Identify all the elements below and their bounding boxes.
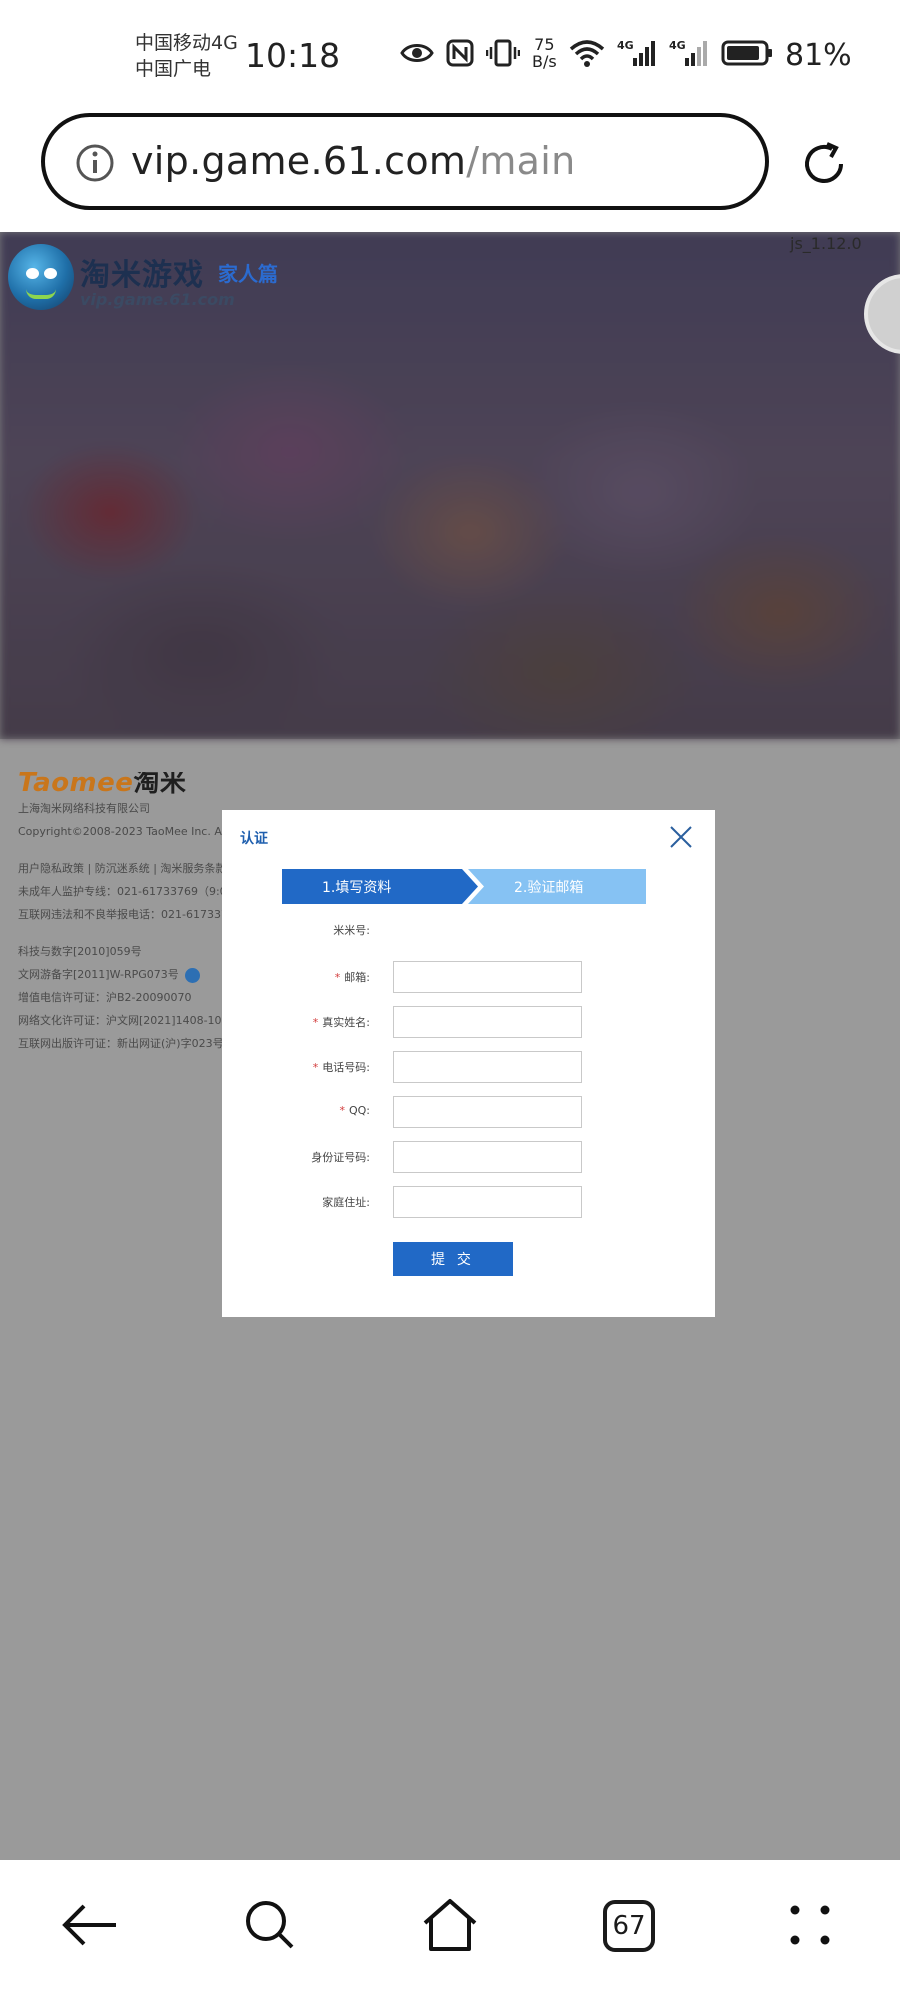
- carrier-line-1: 中国移动4G: [135, 32, 238, 54]
- url-host: vip.game.61.com: [131, 139, 467, 183]
- license-4: 网络文化许可证：沪文网[2021]1408-108号: [18, 1014, 238, 1027]
- logo-tag: 家人篇: [218, 262, 278, 286]
- field-id-number: 身份证号码:: [222, 1141, 715, 1174]
- back-button[interactable]: [45, 1890, 135, 1960]
- license-2: 文网游备字[2011]W-RPG073号: [18, 968, 179, 981]
- wifi-icon: [569, 40, 604, 67]
- web-page: 淘米游戏 家人篇 vip.game.61.com js_1.12.0 Taome…: [0, 232, 900, 1860]
- brand-cn: 淘米: [133, 772, 187, 798]
- tabs-button[interactable]: 67: [585, 1890, 675, 1960]
- svg-text:4G: 4G: [617, 39, 634, 52]
- copyright: Copyright©2008-2023 TaoMee Inc. All Righ…: [18, 825, 238, 838]
- company-name: 上海淘米网络科技有限公司: [18, 802, 150, 815]
- battery-icon: [721, 40, 772, 66]
- home-button[interactable]: [405, 1890, 495, 1960]
- required-mark: *: [312, 1061, 319, 1074]
- required-mark: *: [339, 1104, 345, 1117]
- real-name-field[interactable]: [393, 1006, 582, 1038]
- required-mark: *: [312, 1016, 319, 1029]
- email-field[interactable]: [393, 961, 582, 993]
- logo-subtitle: vip.game.61.com: [80, 290, 235, 309]
- license-2-row: 文网游备字[2011]W-RPG073号: [18, 963, 238, 986]
- search-icon: [246, 1901, 294, 1949]
- logo-text: 淘米游戏: [80, 258, 204, 293]
- verification-dialog: 认证 1.填写资料 2.验证邮箱 米米号: * 邮箱: * 真实姓名: * 电话号码:: [222, 810, 715, 1317]
- carrier-info: 中国移动4G 中国广电: [135, 30, 238, 82]
- field-real-name: * 真实姓名:: [222, 1006, 715, 1039]
- id-number-field[interactable]: [393, 1141, 582, 1173]
- signal-4g-icon: 4G: [669, 39, 707, 66]
- speed-value: 75: [534, 35, 555, 54]
- address-bar[interactable]: vip.game.61.com/main: [41, 113, 769, 210]
- phone-field[interactable]: [393, 1051, 582, 1083]
- footer-info: Taomee淘米 上海淘米网络科技有限公司 Copyright©2008-202…: [18, 772, 238, 1055]
- back-icon: [62, 1904, 116, 1946]
- field-phone: * 电话号码:: [222, 1051, 715, 1084]
- field-label: * 邮箱:: [335, 969, 370, 985]
- status-icons: 75 B/s 4G 4G: [400, 36, 773, 70]
- step-label: 1.填写资料: [322, 880, 392, 896]
- step-indicator: 1.填写资料 2.验证邮箱: [282, 869, 646, 904]
- vibrate-icon: [486, 39, 520, 67]
- field-address: 家庭住址:: [222, 1186, 715, 1219]
- carrier-line-2: 中国广电: [135, 58, 212, 80]
- menu-button[interactable]: [765, 1890, 855, 1960]
- license-1: 科技与数字[2010]059号: [18, 945, 142, 958]
- mascot-eye: [26, 268, 39, 279]
- license-badge-icon[interactable]: [184, 967, 200, 983]
- field-email: * 邮箱:: [222, 961, 715, 994]
- field-label-text: 真实姓名:: [322, 1016, 370, 1029]
- report-hotline: 互联网违法和不良举报电话：021-61733700: [18, 908, 238, 921]
- submit-button[interactable]: 提 交: [393, 1242, 513, 1276]
- field-label-text: 邮箱:: [344, 971, 370, 984]
- field-qq: * QQ:: [222, 1096, 715, 1129]
- field-label: 身份证号码:: [311, 1151, 370, 1164]
- required-mark: *: [334, 971, 341, 984]
- field-label: * 电话号码:: [313, 1059, 370, 1075]
- reload-icon[interactable]: [798, 138, 850, 190]
- url-text[interactable]: vip.game.61.com/main: [131, 139, 575, 183]
- license-3: 增值电信许可证：沪B2-20090070: [18, 991, 192, 1004]
- mascot-mouth: [26, 289, 56, 299]
- tabs-icon: 67: [603, 1900, 655, 1952]
- step-fill-info: 1.填写资料: [282, 869, 478, 904]
- clock: 10:18: [245, 36, 341, 75]
- minor-hotline: 未成年人监护专线：021-61733769（9:00: [18, 885, 234, 898]
- url-path: /main: [466, 139, 576, 183]
- address-field[interactable]: [393, 1186, 582, 1218]
- site-logo[interactable]: 淘米游戏 家人篇 vip.game.61.com: [8, 244, 298, 326]
- footer-links[interactable]: 用户隐私政策 | 防沉迷系统 | 淘米服务条款: [18, 857, 238, 880]
- step-verify-email: 2.验证邮箱: [468, 869, 646, 904]
- field-label-text: 电话号码:: [322, 1061, 370, 1074]
- info-icon[interactable]: [75, 143, 115, 183]
- brand-latin: Taomee: [18, 772, 134, 798]
- search-button[interactable]: [225, 1890, 315, 1960]
- eye-icon: [400, 44, 434, 62]
- field-mimi-id: 米米号:: [222, 914, 715, 947]
- mascot-eye: [44, 268, 57, 279]
- svg-text:4G: 4G: [669, 39, 686, 52]
- field-label: 家庭住址:: [322, 1196, 370, 1209]
- status-bar: 中国移动4G 中国广电 10:18 75 B/s 4G 4G 81%: [0, 0, 900, 110]
- mascot-icon: [8, 244, 74, 310]
- field-label: * QQ:: [339, 1104, 370, 1117]
- nfc-icon: [446, 39, 474, 67]
- battery-percent: 81%: [785, 38, 852, 73]
- dialog-title: 认证: [240, 831, 268, 847]
- step-label: 2.验证邮箱: [514, 880, 584, 896]
- menu-icon: [790, 1905, 830, 1945]
- browser-bottom-nav: 67: [0, 1860, 900, 2000]
- signal-4g-icon: 4G: [617, 39, 655, 66]
- speed-unit: B/s: [532, 52, 557, 71]
- field-label: 米米号:: [333, 924, 370, 937]
- network-speed: 75 B/s: [532, 36, 557, 70]
- field-label: * 真实姓名:: [313, 1014, 370, 1030]
- version-label: js_1.12.0: [790, 234, 862, 253]
- close-icon[interactable]: [668, 824, 694, 850]
- license-5: 互联网出版许可证：新出网证(沪)字023号: [18, 1037, 224, 1050]
- taomee-logo: Taomee淘米: [18, 772, 238, 798]
- qq-field[interactable]: [393, 1096, 582, 1128]
- field-label-text: QQ:: [348, 1104, 370, 1117]
- home-icon: [423, 1899, 477, 1951]
